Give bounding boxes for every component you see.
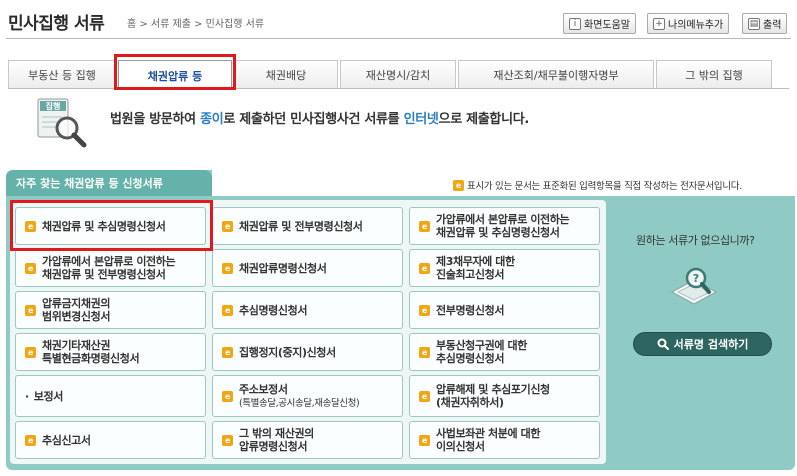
form-link-label: 보정서	[33, 389, 64, 403]
e-document-note-text: 표시가 있는 문서는 표준화된 입력항목을 직접 작성하는 전자문서입니다.	[467, 181, 742, 192]
add-menu-button[interactable]: + 나의메뉴추가	[647, 13, 730, 34]
form-link[interactable]: e 집행정지(중지)신청서	[212, 333, 403, 371]
form-link-label: 채권기타재산권 특별현금화명령신청서	[42, 339, 140, 365]
tab-label: 부동산 등 집행	[28, 69, 96, 82]
page-header: 민사집행 서류 홈 > 서류 제출 > 민사집행 서류 i 화면도움말 + 나의…	[0, 0, 797, 42]
document-search-icon: ?	[668, 262, 720, 308]
e-document-icon: e	[222, 346, 233, 358]
banner-highlight-internet: 인터넷	[403, 112, 439, 127]
form-link[interactable]: e 제3채무자에 대한 진술최고신청서	[409, 249, 600, 287]
e-document-icon: e	[419, 262, 430, 274]
e-document-icon: e	[25, 304, 36, 316]
form-link[interactable]: e 전부명령신청서	[409, 291, 600, 329]
form-link-label: 그 밖의 재산권의 압류명령신청서	[239, 427, 314, 453]
form-link-label: 가압류에서 본압류로 이전하는 채권압류 및 전부명령신청서	[42, 255, 176, 281]
e-document-icon: e	[222, 220, 233, 232]
form-link[interactable]: e 압류해제 및 추심포기신청 (채권자취하서)	[409, 375, 600, 417]
e-document-icon: e	[419, 434, 430, 446]
tab-other-execution[interactable]: 그 밖의 집행	[656, 60, 772, 89]
form-link[interactable]: e 추심명령신청서	[212, 291, 403, 329]
form-highlight-box	[10, 200, 213, 251]
tab-bond-distribution[interactable]: 채권배당	[234, 60, 338, 89]
execution-icon-label: 집행	[46, 101, 61, 111]
page-title: 민사집행 서류	[8, 14, 105, 34]
form-link-label: 집행정지(중지)신청서	[239, 345, 336, 359]
breadcrumb: 홈 > 서류 제출 > 민사집행 서류	[127, 19, 265, 30]
info-icon: i	[569, 17, 581, 30]
printer-icon: ▤	[748, 17, 760, 30]
add-menu-button-label: 나의메뉴추가	[668, 20, 724, 31]
e-document-icon: e	[453, 179, 464, 191]
e-document-icon: e	[222, 262, 233, 274]
tab-highlight-box	[114, 54, 236, 90]
form-link[interactable]: e 가압류에서 본압류로 이전하는 채권압류 및 전부명령신청서	[15, 249, 206, 287]
form-link-sublabel: (채권자취하서)	[436, 396, 504, 409]
tab-real-estate[interactable]: 부동산 등 집행	[8, 60, 116, 89]
e-document-icon: e	[25, 346, 36, 358]
help-button[interactable]: i 화면도움말	[563, 13, 636, 34]
form-link-label: 추심명령신청서	[239, 303, 308, 317]
tab-label: 재산명시/감치	[365, 69, 431, 82]
e-document-icon: e	[419, 390, 430, 402]
add-menu-icon: +	[653, 17, 665, 30]
form-link[interactable]: e 추심신고서	[15, 421, 206, 459]
tab-label: 채권배당	[265, 69, 307, 82]
form-link[interactable]: e 부동산청구권에 대한 추심명령신청서	[409, 333, 600, 371]
form-link[interactable]: e 그 밖의 재산권의 압류명령신청서	[212, 421, 403, 459]
print-button-label: 출력	[763, 20, 782, 31]
banner-text-part: 으로 제출합니다.	[438, 112, 530, 127]
header-divider	[6, 38, 791, 39]
help-button-label: 화면도움말	[584, 20, 630, 31]
form-link[interactable]: e 채권압류명령신청서	[212, 249, 403, 287]
form-link-label: 사법보좌관 처분에 대한 이의신청서	[436, 427, 541, 453]
panel-title: 자주 찾는 채권압류 등 신청서류	[6, 170, 212, 196]
print-button[interactable]: ▤ 출력	[742, 13, 788, 34]
form-link-label: 압류해제 및 추심포기신청	[436, 383, 550, 396]
e-document-note: e 표시가 있는 문서는 표준화된 입력항목을 직접 작성하는 전자문서입니다.	[453, 178, 742, 192]
form-link-label: 부동산청구권에 대한 추심명령신청서	[436, 339, 527, 365]
form-link[interactable]: e 사법보좌관 처분에 대한 이의신청서	[409, 421, 600, 459]
form-link-label: 압류금지채권의 범위변경신청서	[42, 297, 111, 323]
e-document-icon: e	[419, 346, 430, 358]
form-link[interactable]: · 보정서	[15, 375, 206, 417]
search-icon	[657, 338, 669, 350]
e-document-icon: e	[25, 434, 36, 446]
form-link[interactable]: e 주소보정서 (특별송달,공시송달,재송달신청)	[212, 375, 403, 417]
form-link-label: 전부명령신청서	[436, 303, 505, 317]
banner-text-part: 로 제출하던 민사집행사건 서류를	[223, 112, 404, 127]
form-link[interactable]: e 압류금지채권의 범위변경신청서	[15, 291, 206, 329]
form-link-label: 채권압류 및 전부명령신청서	[239, 219, 363, 233]
form-link[interactable]: e 채권압류 및 전부명령신청서	[212, 207, 403, 245]
search-form-name-button[interactable]: 서류명 검색하기	[633, 332, 772, 356]
tab-property-inquiry[interactable]: 재산조회/채무불이행자명부	[458, 60, 654, 89]
e-document-icon: e	[419, 304, 430, 316]
form-link-label: 추심신고서	[42, 433, 91, 447]
tab-label: 재산조회/채무불이행자명부	[493, 69, 619, 82]
form-link[interactable]: e 채권기타재산권 특별현금화명령신청서	[15, 333, 206, 371]
banner-highlight-paper: 종이	[200, 112, 224, 127]
form-link-label: 주소보정서	[239, 382, 288, 396]
missing-form-question: 원하는 서류가 없으십니까?	[636, 234, 755, 247]
banner-text: 법원을 방문하여 종이로 제출하던 민사집행사건 서류를 인터넷으로 제출합니다…	[110, 108, 529, 127]
tab-label: 그 밖의 집행	[685, 69, 743, 82]
form-link-label: 제3채무자에 대한 진술최고신청서	[436, 255, 515, 281]
e-document-icon: e	[222, 304, 233, 316]
e-document-icon: e	[25, 262, 36, 274]
execution-document-icon: 집행	[37, 98, 89, 148]
banner-text-part: 법원을 방문하여	[110, 112, 201, 127]
e-document-icon: e	[419, 220, 430, 232]
bullet-icon: ·	[25, 389, 29, 403]
svg-text:?: ?	[693, 272, 699, 285]
form-link-label: 채권압류명령신청서	[239, 261, 327, 275]
form-link-sublabel: (특별송달,공시송달,재송달신청)	[239, 397, 360, 409]
tab-property-disclosure[interactable]: 재산명시/감치	[340, 60, 456, 89]
e-document-icon: e	[222, 390, 233, 402]
search-form-name-label: 서류명 검색하기	[673, 338, 749, 351]
form-link-label: 가압류에서 본압류로 이전하는 채권압류 및 추심명령신청서	[436, 213, 570, 239]
e-document-icon: e	[222, 434, 233, 446]
form-link[interactable]: e 가압류에서 본압류로 이전하는 채권압류 및 추심명령신청서	[409, 207, 600, 245]
